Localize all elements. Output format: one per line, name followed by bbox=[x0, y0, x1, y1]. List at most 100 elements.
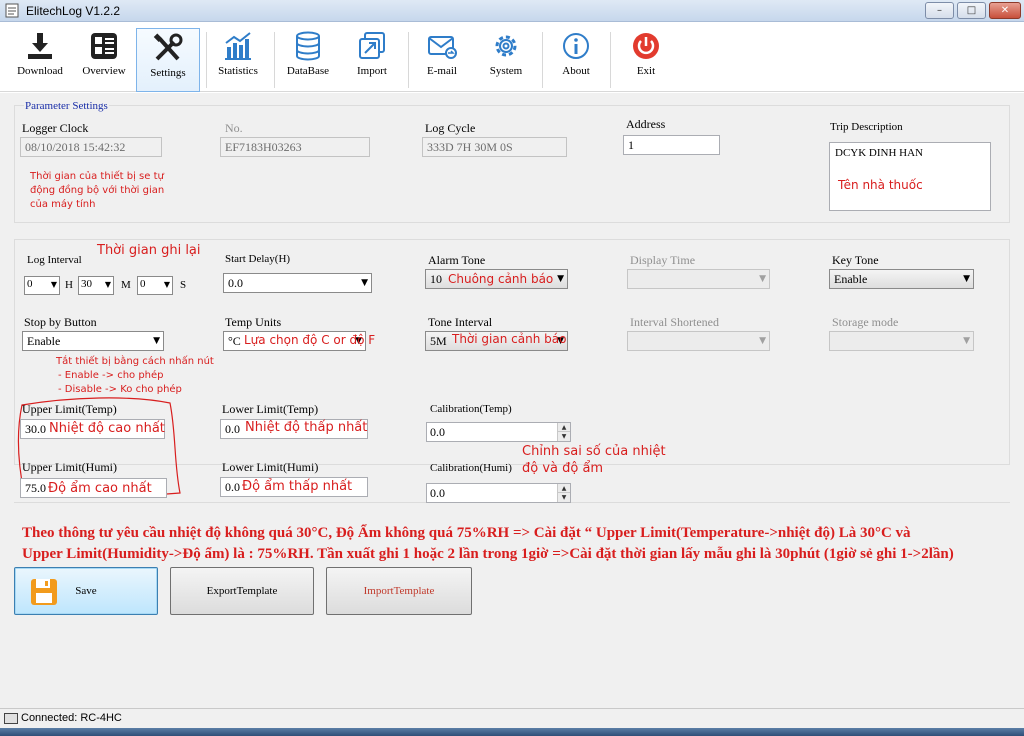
log-cycle-field: 333D 7H 30M 0S bbox=[422, 137, 567, 157]
export-template-label: ExportTemplate bbox=[206, 585, 278, 597]
log-interval-label: Log Interval bbox=[27, 254, 82, 266]
spin-up-icon[interactable]: ▲ bbox=[557, 484, 570, 493]
import-icon bbox=[359, 32, 385, 59]
parameter-settings-legend: Parameter Settings bbox=[24, 100, 109, 112]
chevron-down-icon: ▼ bbox=[361, 278, 368, 288]
display-time-label: Display Time bbox=[630, 253, 696, 267]
window-title: ElitechLog V1.2.2 bbox=[26, 4, 121, 18]
calibration-temp-value: 0.0 bbox=[430, 425, 445, 439]
export-template-button[interactable]: ExportTemplate bbox=[170, 567, 314, 615]
connection-icon bbox=[4, 713, 18, 724]
toolbar-statistics[interactable]: Statistics bbox=[208, 27, 268, 89]
key-tone-value: Enable bbox=[834, 272, 868, 286]
key-tone-label: Key Tone bbox=[832, 253, 879, 267]
log-interval-seconds-select[interactable]: 0 ▼ bbox=[137, 276, 173, 295]
no-label: No. bbox=[225, 121, 243, 135]
display-time-select: ▼ bbox=[627, 269, 770, 289]
log-interval-minutes-select[interactable]: 30 ▼ bbox=[78, 276, 114, 295]
import-template-label: ImportTemplate bbox=[363, 585, 435, 597]
calibration-humi-value: 0.0 bbox=[430, 486, 445, 500]
email-icon bbox=[428, 36, 457, 59]
toolbar-email[interactable]: E-mail bbox=[412, 27, 472, 89]
toolbar-label: Settings bbox=[150, 67, 186, 79]
calibration-annotation-2: độ và độ ẩm bbox=[522, 461, 604, 476]
temp-units-value: °C bbox=[228, 334, 241, 348]
chevron-down-icon: ▼ bbox=[759, 274, 766, 284]
toolbar-label: Import bbox=[357, 65, 387, 77]
lower-limit-temp-label: Lower Limit(Temp) bbox=[222, 402, 319, 416]
import-template-button[interactable]: ImportTemplate bbox=[326, 567, 472, 615]
calibration-humi-spinner[interactable]: 0.0 ▲ ▼ bbox=[426, 483, 571, 503]
exit-icon bbox=[633, 33, 659, 59]
start-delay-select[interactable]: 0.0 ▼ bbox=[223, 273, 372, 293]
calibration-temp-label: Calibration(Temp) bbox=[430, 403, 512, 415]
toolbar-download[interactable]: Download bbox=[10, 27, 70, 89]
toolbar-separator bbox=[542, 32, 543, 88]
log-interval-hours-value: 0 bbox=[27, 278, 33, 290]
serial-number-field: EF7183H03263 bbox=[220, 137, 370, 157]
tone-interval-label: Tone Interval bbox=[428, 315, 493, 329]
trip-description-label: Trip Description bbox=[830, 121, 903, 133]
close-button[interactable]: ✕ bbox=[989, 2, 1021, 19]
taskbar bbox=[0, 728, 1024, 736]
hours-unit-label: H bbox=[65, 279, 73, 291]
guidance-note-line-1: Theo thông tư yêu cầu nhiệt độ không quá… bbox=[22, 525, 911, 541]
toolbar: Download Overview Settings Statistics Da… bbox=[0, 22, 1024, 92]
toolbar-system[interactable]: System bbox=[476, 27, 536, 89]
stop-annotation-1: Tắt thiết bị bằng cách nhấn nút bbox=[56, 356, 214, 367]
clock-annotation-1: Thời gian của thiết bị se tự bbox=[30, 171, 164, 182]
temp-units-annotation: Lựa chọn độ C or độ F bbox=[244, 333, 376, 347]
start-delay-label: Start Delay(H) bbox=[225, 253, 291, 265]
save-button[interactable]: Save bbox=[14, 567, 158, 615]
address-input[interactable]: 1 bbox=[623, 135, 720, 155]
spin-down-icon[interactable]: ▼ bbox=[557, 493, 570, 502]
toolbar-separator bbox=[206, 32, 207, 88]
alarm-tone-value: 10 bbox=[430, 272, 442, 286]
calibration-annotation-1: Chỉnh sai số của nhiệt bbox=[522, 444, 666, 459]
app-icon bbox=[5, 3, 19, 18]
stop-by-button-select[interactable]: Enable ▼ bbox=[22, 331, 164, 351]
toolbar-exit[interactable]: Exit bbox=[616, 27, 676, 89]
toolbar-separator bbox=[408, 32, 409, 88]
maximize-button[interactable]: □ bbox=[957, 2, 986, 19]
settings-panel: Parameter Settings Logger Clock 08/10/20… bbox=[0, 93, 1024, 708]
log-cycle-label: Log Cycle bbox=[425, 121, 476, 135]
tone-interval-annotation: Thời gian cảnh báo bbox=[452, 332, 567, 346]
overview-icon bbox=[91, 33, 117, 59]
temp-units-label: Temp Units bbox=[225, 315, 282, 329]
trip-description-input[interactable]: DCYK DINH HAN bbox=[829, 142, 991, 211]
key-tone-select[interactable]: Enable ▼ bbox=[829, 269, 974, 289]
spin-down-icon[interactable]: ▼ bbox=[557, 432, 570, 441]
storage-mode-label: Storage mode bbox=[832, 315, 899, 329]
stop-annotation-2: - Enable -> cho phép bbox=[58, 370, 164, 381]
toolbar-label: Exit bbox=[636, 65, 656, 77]
guidance-note-line-2: Upper Limit(Humidity->Độ ẩm) là : 75%RH.… bbox=[22, 546, 954, 562]
toolbar-label: About bbox=[562, 65, 590, 77]
toolbar-settings[interactable]: Settings bbox=[136, 28, 200, 92]
log-interval-hours-select[interactable]: 0 ▼ bbox=[24, 276, 60, 295]
logger-clock-label: Logger Clock bbox=[22, 121, 89, 135]
chevron-down-icon: ▼ bbox=[50, 280, 57, 289]
toolbar-about[interactable]: About bbox=[546, 27, 606, 89]
chevron-down-icon: ▼ bbox=[104, 280, 111, 289]
spin-up-icon[interactable]: ▲ bbox=[557, 423, 570, 432]
toolbar-import[interactable]: Import bbox=[342, 27, 402, 89]
minutes-unit-label: M bbox=[121, 279, 131, 291]
minimize-button[interactable]: – bbox=[925, 2, 954, 19]
about-icon bbox=[563, 33, 589, 59]
chevron-down-icon: ▼ bbox=[963, 336, 970, 346]
toolbar-overview[interactable]: Overview bbox=[74, 27, 134, 89]
toolbar-separator bbox=[274, 32, 275, 88]
lower-limit-humi-label: Lower Limit(Humi) bbox=[222, 460, 319, 474]
connection-status: Connected: RC-4HC bbox=[21, 712, 122, 724]
interval-annotation: Thời gian ghi lại bbox=[97, 243, 201, 258]
trip-annotation: Tên nhà thuốc bbox=[838, 178, 923, 192]
toolbar-label: System bbox=[489, 65, 523, 77]
floppy-disk-icon bbox=[31, 579, 57, 605]
toolbar-database[interactable]: DataBase bbox=[278, 27, 338, 89]
title-bar: ElitechLog V1.2.2 – □ ✕ bbox=[0, 0, 1024, 22]
chevron-down-icon: ▼ bbox=[759, 336, 766, 346]
calibration-temp-spinner[interactable]: 0.0 ▲ ▼ bbox=[426, 422, 571, 442]
upper-humi-annotation: Độ ẩm cao nhất bbox=[48, 481, 152, 496]
clock-annotation-2: động đồng bộ với thời gian bbox=[30, 185, 165, 196]
